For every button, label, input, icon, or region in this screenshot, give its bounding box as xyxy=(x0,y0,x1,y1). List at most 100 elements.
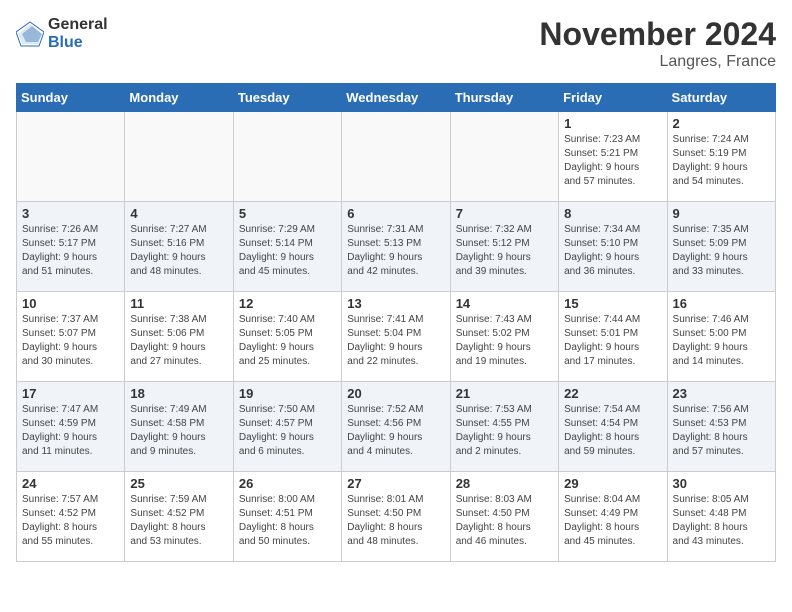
calendar-cell: 19 Sunrise: 7:50 AM Sunset: 4:57 PM Dayli… xyxy=(233,382,341,472)
calendar-week-row: 3 Sunrise: 7:26 AM Sunset: 5:17 PM Daylig… xyxy=(17,202,776,292)
day-info: Sunrise: 7:40 AM Sunset: 5:05 PM Dayligh… xyxy=(239,313,336,369)
calendar-cell: 16 Sunrise: 7:46 AM Sunset: 5:00 PM Dayli… xyxy=(667,292,775,382)
logo-icon xyxy=(16,20,44,48)
day-number: 18 xyxy=(130,386,227,401)
day-info: Sunrise: 7:35 AM Sunset: 5:09 PM Dayligh… xyxy=(673,223,770,279)
calendar-week-row: 24Sunrise: 7:57 AM Sunset: 4:52 PM Dayli… xyxy=(17,472,776,562)
day-info: Sunrise: 7:54 AM Sunset: 4:54 PM Dayligh… xyxy=(564,403,661,459)
calendar-cell: 20Sunrise: 7:52 AM Sunset: 4:56 PM Dayli… xyxy=(342,382,450,472)
calendar-cell: 13 Sunrise: 7:41 AM Sunset: 5:04 PM Dayli… xyxy=(342,292,450,382)
day-number: 30 xyxy=(673,476,770,491)
calendar-cell xyxy=(233,112,341,202)
day-number: 6 xyxy=(347,206,444,221)
calendar-week-row: 17Sunrise: 7:47 AM Sunset: 4:59 PM Dayli… xyxy=(17,382,776,472)
calendar-cell: 6 Sunrise: 7:31 AM Sunset: 5:13 PM Daylig… xyxy=(342,202,450,292)
calendar-cell xyxy=(450,112,558,202)
title-block: November 2024 Langres, France xyxy=(539,16,776,71)
day-info: Sunrise: 7:56 AM Sunset: 4:53 PM Dayligh… xyxy=(673,403,770,459)
day-info: Sunrise: 7:34 AM Sunset: 5:10 PM Dayligh… xyxy=(564,223,661,279)
day-number: 4 xyxy=(130,206,227,221)
calendar-cell: 28Sunrise: 8:03 AM Sunset: 4:50 PM Dayli… xyxy=(450,472,558,562)
day-header-saturday: Saturday xyxy=(667,84,775,112)
day-number: 15 xyxy=(564,296,661,311)
day-info: Sunrise: 7:43 AM Sunset: 5:02 PM Dayligh… xyxy=(456,313,553,369)
calendar-cell: 17Sunrise: 7:47 AM Sunset: 4:59 PM Dayli… xyxy=(17,382,125,472)
calendar-cell: 7 Sunrise: 7:32 AM Sunset: 5:12 PM Daylig… xyxy=(450,202,558,292)
day-number: 29 xyxy=(564,476,661,491)
day-info: Sunrise: 8:01 AM Sunset: 4:50 PM Dayligh… xyxy=(347,493,444,549)
day-number: 11 xyxy=(130,296,227,311)
day-info: Sunrise: 7:32 AM Sunset: 5:12 PM Dayligh… xyxy=(456,223,553,279)
calendar-cell: 11 Sunrise: 7:38 AM Sunset: 5:06 PM Dayli… xyxy=(125,292,233,382)
calendar-week-row: 1Sunrise: 7:23 AM Sunset: 5:21 PM Daylig… xyxy=(17,112,776,202)
calendar-cell: 5 Sunrise: 7:29 AM Sunset: 5:14 PM Daylig… xyxy=(233,202,341,292)
calendar-cell: 24Sunrise: 7:57 AM Sunset: 4:52 PM Dayli… xyxy=(17,472,125,562)
calendar-cell: 25Sunrise: 7:59 AM Sunset: 4:52 PM Dayli… xyxy=(125,472,233,562)
day-info: Sunrise: 7:41 AM Sunset: 5:04 PM Dayligh… xyxy=(347,313,444,369)
day-number: 2 xyxy=(673,116,770,131)
day-info: Sunrise: 7:44 AM Sunset: 5:01 PM Dayligh… xyxy=(564,313,661,369)
day-info: Sunrise: 7:37 AM Sunset: 5:07 PM Dayligh… xyxy=(22,313,119,369)
calendar-cell: 2Sunrise: 7:24 AM Sunset: 5:19 PM Daylig… xyxy=(667,112,775,202)
day-header-sunday: Sunday xyxy=(17,84,125,112)
day-info: Sunrise: 7:23 AM Sunset: 5:21 PM Dayligh… xyxy=(564,133,661,189)
calendar-cell: 14 Sunrise: 7:43 AM Sunset: 5:02 PM Dayli… xyxy=(450,292,558,382)
day-info: Sunrise: 7:59 AM Sunset: 4:52 PM Dayligh… xyxy=(130,493,227,549)
day-info: Sunrise: 7:50 AM Sunset: 4:57 PM Dayligh… xyxy=(239,403,336,459)
day-number: 21 xyxy=(456,386,553,401)
day-number: 10 xyxy=(22,296,119,311)
calendar-cell: 12 Sunrise: 7:40 AM Sunset: 5:05 PM Dayli… xyxy=(233,292,341,382)
calendar-cell xyxy=(342,112,450,202)
day-info: Sunrise: 8:04 AM Sunset: 4:49 PM Dayligh… xyxy=(564,493,661,549)
day-info: Sunrise: 7:29 AM Sunset: 5:14 PM Dayligh… xyxy=(239,223,336,279)
calendar-cell: 23 Sunrise: 7:56 AM Sunset: 4:53 PM Dayli… xyxy=(667,382,775,472)
calendar-cell: 1Sunrise: 7:23 AM Sunset: 5:21 PM Daylig… xyxy=(559,112,667,202)
calendar-cell: 30 Sunrise: 8:05 AM Sunset: 4:48 PM Dayli… xyxy=(667,472,775,562)
day-number: 20 xyxy=(347,386,444,401)
day-number: 26 xyxy=(239,476,336,491)
day-info: Sunrise: 8:05 AM Sunset: 4:48 PM Dayligh… xyxy=(673,493,770,549)
day-info: Sunrise: 7:27 AM Sunset: 5:16 PM Dayligh… xyxy=(130,223,227,279)
day-info: Sunrise: 7:38 AM Sunset: 5:06 PM Dayligh… xyxy=(130,313,227,369)
logo-text: General Blue xyxy=(48,16,108,51)
calendar-cell: 8Sunrise: 7:34 AM Sunset: 5:10 PM Daylig… xyxy=(559,202,667,292)
calendar-cell xyxy=(17,112,125,202)
calendar-header-row: SundayMondayTuesdayWednesdayThursdayFrid… xyxy=(17,84,776,112)
day-info: Sunrise: 8:00 AM Sunset: 4:51 PM Dayligh… xyxy=(239,493,336,549)
location: Langres, France xyxy=(539,53,776,71)
day-info: Sunrise: 7:26 AM Sunset: 5:17 PM Dayligh… xyxy=(22,223,119,279)
day-number: 5 xyxy=(239,206,336,221)
day-number: 23 xyxy=(673,386,770,401)
day-info: Sunrise: 7:57 AM Sunset: 4:52 PM Dayligh… xyxy=(22,493,119,549)
day-header-thursday: Thursday xyxy=(450,84,558,112)
calendar-cell: 26 Sunrise: 8:00 AM Sunset: 4:51 PM Dayli… xyxy=(233,472,341,562)
day-number: 3 xyxy=(22,206,119,221)
day-number: 28 xyxy=(456,476,553,491)
logo-general-text: General xyxy=(48,16,108,34)
day-number: 19 xyxy=(239,386,336,401)
day-number: 16 xyxy=(673,296,770,311)
day-number: 13 xyxy=(347,296,444,311)
day-info: Sunrise: 7:31 AM Sunset: 5:13 PM Dayligh… xyxy=(347,223,444,279)
page-header: General Blue November 2024 Langres, Fran… xyxy=(16,16,776,71)
calendar-cell: 21Sunrise: 7:53 AM Sunset: 4:55 PM Dayli… xyxy=(450,382,558,472)
day-info: Sunrise: 7:49 AM Sunset: 4:58 PM Dayligh… xyxy=(130,403,227,459)
calendar-cell: 29 Sunrise: 8:04 AM Sunset: 4:49 PM Dayli… xyxy=(559,472,667,562)
day-number: 12 xyxy=(239,296,336,311)
calendar-cell: 27 Sunrise: 8:01 AM Sunset: 4:50 PM Dayli… xyxy=(342,472,450,562)
calendar-cell: 15 Sunrise: 7:44 AM Sunset: 5:01 PM Dayli… xyxy=(559,292,667,382)
logo-blue-text: Blue xyxy=(48,34,108,52)
day-header-friday: Friday xyxy=(559,84,667,112)
calendar-cell xyxy=(125,112,233,202)
day-number: 9 xyxy=(673,206,770,221)
calendar-cell: 22Sunrise: 7:54 AM Sunset: 4:54 PM Dayli… xyxy=(559,382,667,472)
day-number: 14 xyxy=(456,296,553,311)
day-info: Sunrise: 7:46 AM Sunset: 5:00 PM Dayligh… xyxy=(673,313,770,369)
day-header-wednesday: Wednesday xyxy=(342,84,450,112)
day-number: 27 xyxy=(347,476,444,491)
calendar-table: SundayMondayTuesdayWednesdayThursdayFrid… xyxy=(16,83,776,562)
day-header-monday: Monday xyxy=(125,84,233,112)
day-number: 7 xyxy=(456,206,553,221)
logo: General Blue xyxy=(16,16,108,51)
calendar-cell: 9 Sunrise: 7:35 AM Sunset: 5:09 PM Daylig… xyxy=(667,202,775,292)
